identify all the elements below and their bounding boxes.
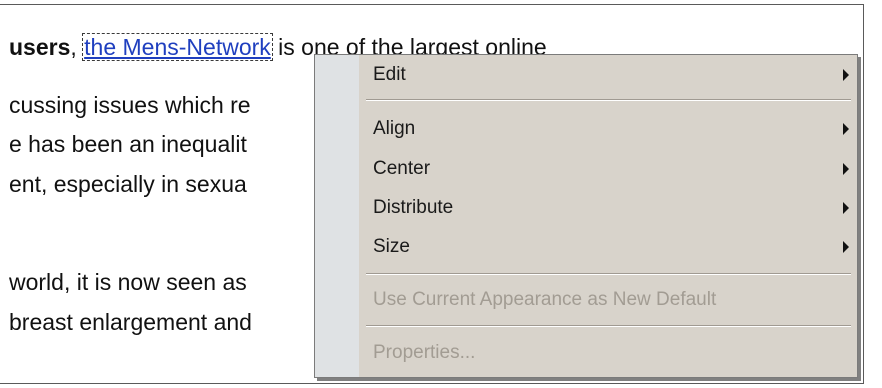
menu-separator <box>366 99 851 101</box>
mens-network-link[interactable]: the Mens-Network <box>82 33 273 61</box>
menu-item-properties[interactable]: Properties... <box>360 337 857 369</box>
submenu-arrow-icon <box>843 202 849 214</box>
menu-icon-gutter <box>315 55 359 377</box>
menu-item-label: Center <box>373 158 431 179</box>
menu-item-distribute[interactable]: Distribute <box>360 192 857 224</box>
menu-item-label: Size <box>373 236 410 257</box>
submenu-arrow-icon <box>843 123 849 135</box>
submenu-arrow-icon <box>843 69 849 81</box>
menu-item-edit[interactable]: Edit <box>360 59 857 91</box>
page-border-bottom <box>0 383 864 384</box>
document-line-6: breast enlargement and <box>9 309 252 335</box>
menu-item-use-current-appearance[interactable]: Use Current Appearance as New Default <box>360 284 857 316</box>
context-menu: Edit Align Center Distribute Size Use Cu… <box>314 54 858 378</box>
document-line-2: cussing issues which re <box>9 92 251 118</box>
page-border-right <box>863 4 864 384</box>
page-border-top <box>0 4 864 5</box>
separator: , <box>70 34 84 60</box>
document-line-4: ent, especially in sexua <box>9 171 247 197</box>
submenu-arrow-icon <box>843 163 849 175</box>
submenu-arrow-icon <box>843 241 849 253</box>
menu-item-size[interactable]: Size <box>360 231 857 263</box>
menu-item-label: Use Current Appearance as New Default <box>373 289 717 310</box>
menu-item-align[interactable]: Align <box>360 113 857 145</box>
document-line-3: e has been an inequalit <box>9 131 247 157</box>
document-page: users, the Mens-Network is one of the la… <box>0 0 882 388</box>
bold-word: users <box>9 34 71 60</box>
menu-item-center[interactable]: Center <box>360 153 857 185</box>
menu-item-label: Distribute <box>373 197 454 218</box>
menu-separator <box>366 273 851 275</box>
menu-separator <box>366 325 851 327</box>
menu-item-label: Edit <box>373 64 406 85</box>
menu-item-label: Properties... <box>373 342 476 363</box>
menu-item-label: Align <box>373 118 416 139</box>
document-line-5: world, it is now seen as <box>9 269 247 295</box>
